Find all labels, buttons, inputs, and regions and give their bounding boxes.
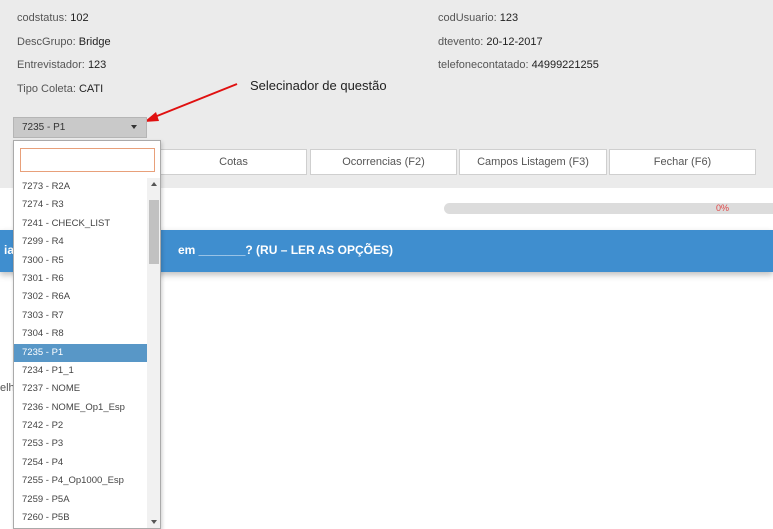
- scroll-down-icon[interactable]: [151, 520, 157, 524]
- dropdown-option[interactable]: 7259 - P5A: [14, 491, 147, 509]
- dropdown-scrollbar[interactable]: [147, 178, 160, 528]
- telefone-row: telefonecontatado: 44999221255: [438, 59, 599, 71]
- dropdown-option[interactable]: 7302 - R6A: [14, 288, 147, 306]
- dropdown-list: 7273 - R2A 7274 - R3 7241 - CHECK_LIST 7299…: [14, 178, 147, 527]
- dropdown-option[interactable]: 7236 - NOME_Op1_Esp: [14, 399, 147, 417]
- dropdown-option[interactable]: 7300 - R5: [14, 252, 147, 270]
- dropdown-option[interactable]: 7303 - R7: [14, 307, 147, 325]
- dtevento-value: 20-12-2017: [486, 36, 543, 48]
- descgrupo-label: DescGrupo:: [17, 36, 76, 48]
- progress-label: 0%: [716, 203, 730, 213]
- tipocoleta-row: Tipo Coleta: CATI: [17, 83, 103, 95]
- dropdown-option[interactable]: 7237 - NOME: [14, 380, 147, 398]
- dropdown-option[interactable]: 7273 - R2A: [14, 178, 147, 196]
- codstatus-row: codstatus: 102: [17, 12, 89, 24]
- dropdown-option[interactable]: 7274 - R3: [14, 196, 147, 214]
- cotas-button[interactable]: Cotas: [160, 149, 307, 175]
- codusuario-row: codUsuario: 123: [438, 12, 518, 24]
- dropdown-option[interactable]: 7241 - CHECK_LIST: [14, 215, 147, 233]
- tipocoleta-value: CATI: [78, 83, 104, 95]
- codusuario-label: codUsuario:: [438, 12, 497, 24]
- question-selector[interactable]: 7235 - P1: [13, 117, 147, 138]
- entrevistador-row: Entrevistador: 123: [17, 59, 106, 71]
- descgrupo-value: Bridge: [78, 36, 111, 48]
- scroll-up-icon[interactable]: [151, 182, 157, 186]
- telefone-value: 44999221255: [531, 59, 599, 71]
- codusuario-value: 123: [499, 12, 519, 24]
- entrevistador-label: Entrevistador:: [17, 59, 85, 71]
- dtevento-label: dtevento:: [438, 36, 484, 48]
- descgrupo-row: DescGrupo: Bridge: [17, 36, 111, 48]
- annotation-label: Selecinador de questão: [250, 78, 387, 93]
- telefone-label: telefonecontatado:: [438, 59, 529, 71]
- ocorrencias-button[interactable]: Ocorrencias (F2): [310, 149, 457, 175]
- dropdown-option[interactable]: 7235 - P1: [14, 343, 147, 362]
- dropdown-search-field[interactable]: [20, 148, 155, 172]
- dropdown-option[interactable]: 7253 - P3: [14, 435, 147, 453]
- dropdown-option[interactable]: 7254 - P4: [14, 454, 147, 472]
- dropdown-search-input[interactable]: [21, 149, 154, 171]
- codstatus-value: 102: [70, 12, 89, 24]
- question-dropdown: 7273 - R2A 7274 - R3 7241 - CHECK_LIST 7299…: [13, 140, 161, 529]
- entrevistador-value: 123: [87, 59, 107, 71]
- scroll-thumb[interactable]: [149, 200, 159, 264]
- dtevento-row: dtevento: 20-12-2017: [438, 36, 543, 48]
- chevron-down-icon: [131, 125, 137, 129]
- tipocoleta-label: Tipo Coleta:: [17, 83, 76, 95]
- dropdown-option[interactable]: 7234 - P1_1: [14, 362, 147, 380]
- annotation-arrow-icon: [144, 83, 238, 122]
- fechar-button[interactable]: Fechar (F6): [609, 149, 756, 175]
- dropdown-option[interactable]: 7260 - P5B: [14, 509, 147, 527]
- dropdown-option[interactable]: 7299 - R4: [14, 233, 147, 251]
- campos-listagem-button[interactable]: Campos Listagem (F3): [459, 149, 607, 175]
- dropdown-option[interactable]: 7255 - P4_Op1000_Esp: [14, 472, 147, 490]
- question-selector-value: 7235 - P1: [22, 122, 66, 133]
- dropdown-option[interactable]: 7301 - R6: [14, 270, 147, 288]
- dropdown-option[interactable]: 7304 - R8: [14, 325, 147, 343]
- dropdown-option[interactable]: 7242 - P2: [14, 417, 147, 435]
- codstatus-label: codstatus:: [17, 12, 68, 24]
- question-text: em _______? (RU – LER AS OPÇÕES): [178, 243, 393, 257]
